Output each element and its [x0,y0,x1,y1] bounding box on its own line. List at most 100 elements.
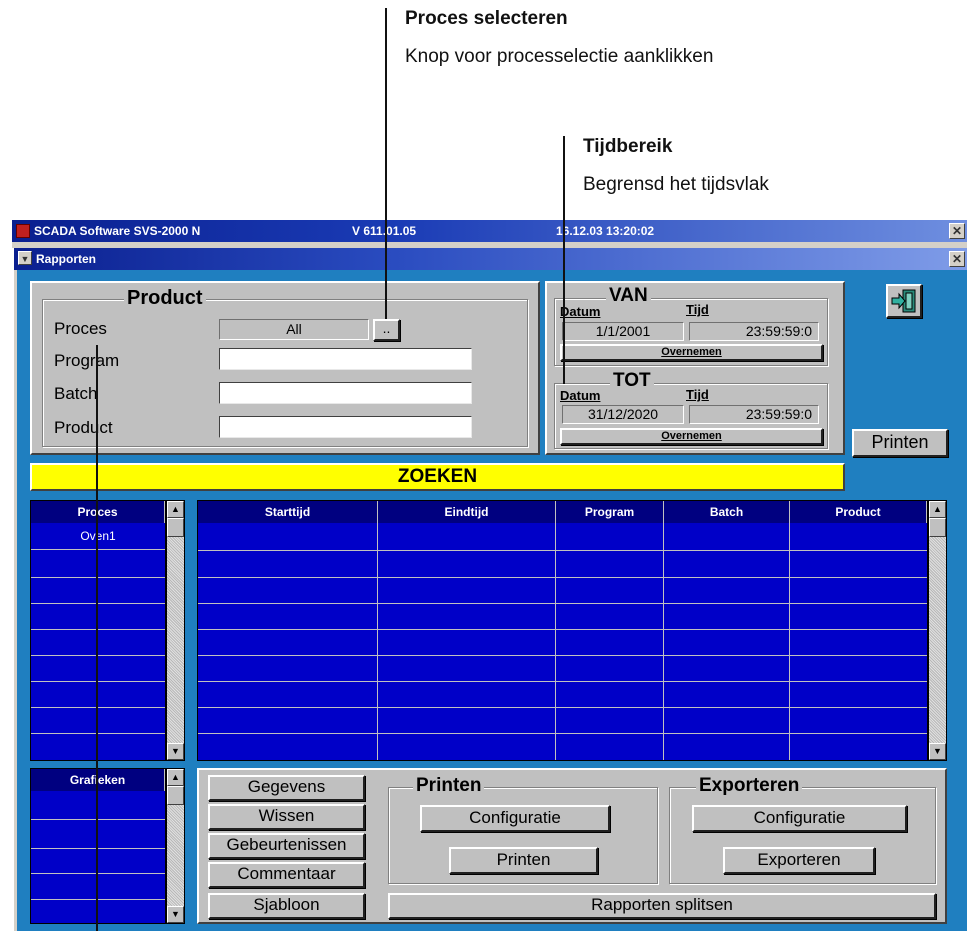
report-window-bar: ▼ Rapporten ✕ [14,248,967,270]
batch-input[interactable] [219,382,472,404]
row-divider [31,873,165,874]
scroll-down-icon[interactable]: ▼ [167,743,184,760]
scroll-thumb[interactable] [167,518,184,537]
app-icon [16,224,30,238]
list-item[interactable]: Oven1 [31,525,165,550]
commentaar-button[interactable]: Commentaar [208,862,365,888]
row-divider [31,707,165,708]
row-divider [31,733,165,734]
row-divider [31,655,165,656]
row-divider [31,848,165,849]
tot-datum-label: Datum [560,388,601,403]
tot-datum-field[interactable]: 31/12/2020 [562,405,684,424]
results-grid[interactable]: Starttijd Eindtijd Program Batch Product [197,500,928,761]
results-scrollbar[interactable]: ▲ ▼ [928,500,947,761]
row-divider [31,629,165,630]
row-divider [31,819,165,820]
col-divider [555,523,556,760]
exit-button[interactable] [886,284,922,318]
zoeken-button[interactable]: ZOEKEN [30,463,845,491]
grafieken-list-header: Grafieken [31,769,165,791]
printen-print-button[interactable]: Printen [449,847,598,874]
tot-tijd-field[interactable]: 23:59:59:0 [689,405,819,424]
printen-group-label: Printen [413,775,485,797]
product-input[interactable] [219,416,472,438]
row-divider [198,577,927,578]
printen-button[interactable]: Printen [852,429,948,457]
row-divider [31,603,165,604]
scroll-up-icon[interactable]: ▲ [929,501,946,518]
window-menu-icon[interactable]: ▼ [18,251,32,265]
callout-proces-sub: Knop voor processelectie aanklikken [405,46,714,67]
scroll-up-icon[interactable]: ▲ [167,769,184,786]
exporteren-configuratie-button[interactable]: Configuratie [692,805,907,832]
app-titlebar: SCADA Software SVS-2000 N V 611.01.05 16… [12,220,967,242]
row-divider [198,707,927,708]
proces-display: All [219,319,369,340]
gebeurtenissen-button[interactable]: Gebeurtenissen [208,833,365,859]
row-divider [198,550,927,551]
app-close-icon[interactable]: ✕ [949,223,965,239]
callout-tijd-sub: Begrensd het tijdsvlak [583,174,769,195]
window-title: Rapporten [36,252,96,266]
proces-list[interactable]: Proces Oven1 [30,500,166,761]
app-title: SCADA Software SVS-2000 N [34,224,201,238]
tot-overnemen-button[interactable]: Overnemen [560,428,823,445]
proces-list-header: Proces [31,501,165,523]
rapporten-splitsen-button[interactable]: Rapporten splitsen [388,893,936,919]
van-label: VAN [606,285,651,307]
row-divider [198,681,927,682]
row-divider [198,629,927,630]
row-divider [198,603,927,604]
product-group-label: Product [124,287,206,310]
col-batch[interactable]: Batch [664,501,790,523]
van-overnemen-button[interactable]: Overnemen [560,344,823,361]
van-tijd-field[interactable]: 23:59:59:0 [689,322,819,341]
scroll-thumb[interactable] [929,518,946,537]
scroll-thumb[interactable] [167,786,184,805]
printen-configuratie-button[interactable]: Configuratie [420,805,610,832]
van-tijd-label: Tijd [686,302,709,317]
window-close-icon[interactable]: ✕ [949,251,965,267]
callout-proces-line [385,8,387,319]
scroll-down-icon[interactable]: ▼ [929,743,946,760]
col-starttijd[interactable]: Starttijd [198,501,378,523]
col-divider [789,523,790,760]
van-datum-label: Datum [560,304,601,319]
row-divider [31,681,165,682]
product-label: Product [54,418,113,437]
callout-left-line [96,345,98,931]
row-divider [31,577,165,578]
program-label: Program [54,351,120,370]
proces-scrollbar[interactable]: ▲ ▼ [166,500,185,761]
wissen-button[interactable]: Wissen [208,804,365,830]
batch-label: Batch [54,384,98,403]
col-divider [377,523,378,760]
callout-tijd-title: Tijdbereik [583,136,673,157]
callout-proces-title: Proces selecteren [405,8,568,29]
row-divider [31,899,165,900]
sjabloon-button[interactable]: Sjabloon [208,893,365,919]
grafieken-scrollbar[interactable]: ▲ ▼ [166,768,185,924]
row-divider [198,655,927,656]
row-divider [198,733,927,734]
col-eindtijd[interactable]: Eindtijd [378,501,556,523]
program-input[interactable] [219,348,472,370]
exporteren-group-label: Exporteren [696,775,803,797]
col-product[interactable]: Product [790,501,927,523]
tot-tijd-label: Tijd [686,387,709,402]
col-divider [663,523,664,760]
scroll-down-icon[interactable]: ▼ [167,906,184,923]
grafieken-list[interactable]: Grafieken [30,768,166,924]
scroll-up-icon[interactable]: ▲ [167,501,184,518]
callout-tijd-line [563,136,565,384]
app-datetime: 16.12.03 13:20:02 [556,224,655,238]
exit-door-icon [891,289,916,313]
gegevens-button[interactable]: Gegevens [208,775,365,801]
col-program[interactable]: Program [556,501,664,523]
exporteren-export-button[interactable]: Exporteren [723,847,875,874]
van-datum-field[interactable]: 1/1/2001 [562,322,684,341]
tot-label: TOT [610,370,654,392]
proces-select-button[interactable]: .. [373,319,400,341]
proces-label: Proces [54,319,107,338]
